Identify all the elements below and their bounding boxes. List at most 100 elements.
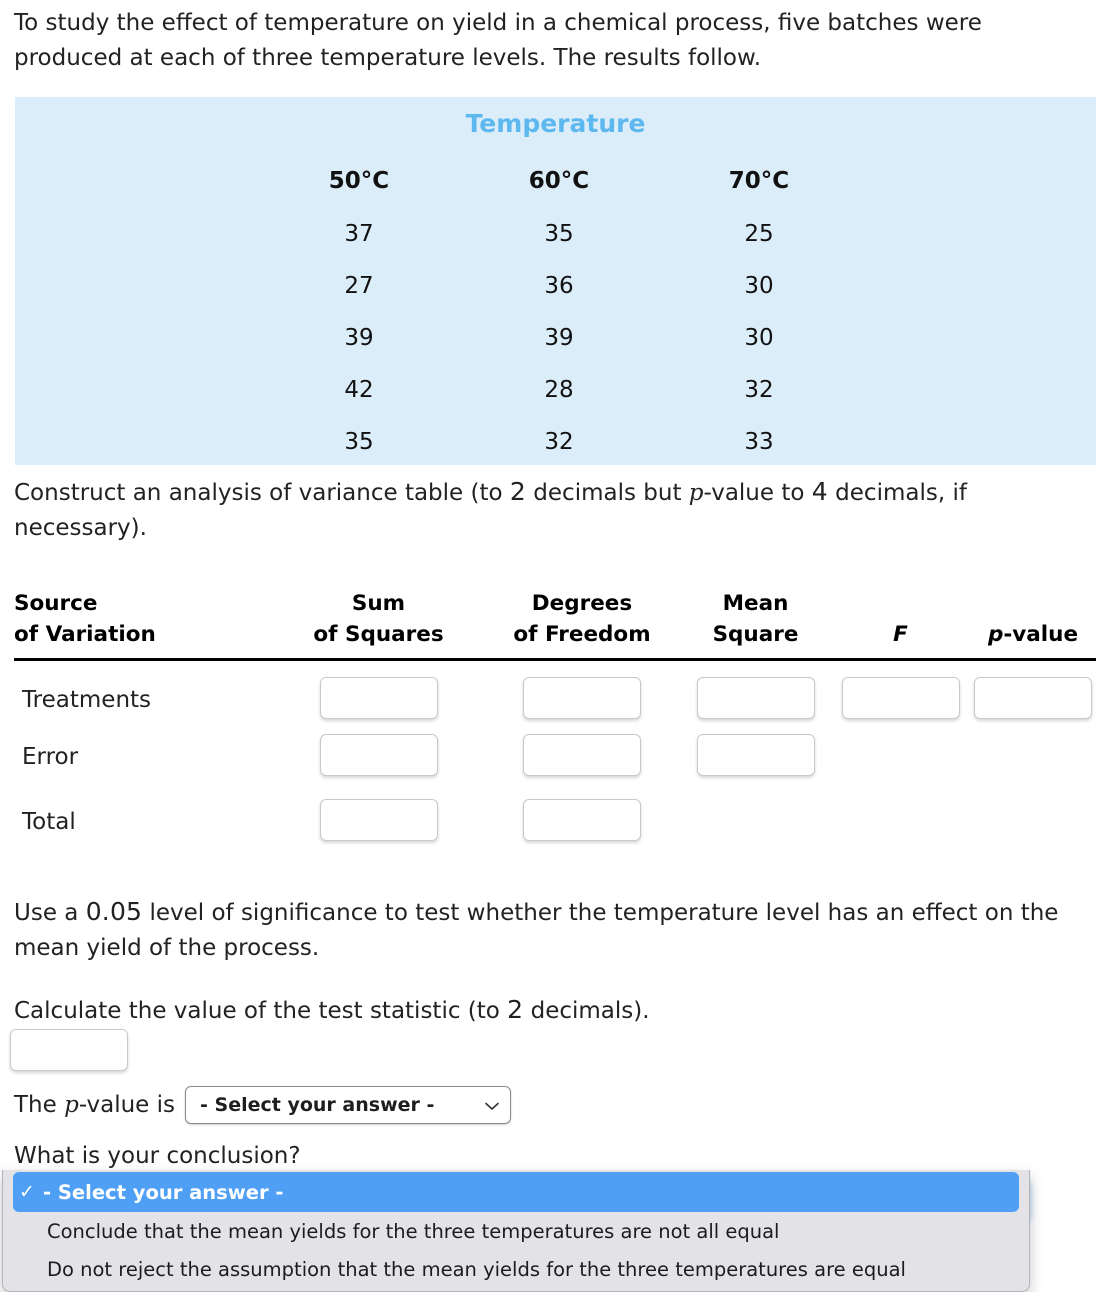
anova-header-pv-line2: p-value [987, 622, 1079, 648]
anova-header-source: Source of Variation [14, 588, 273, 662]
anova-header-ms-line1: Mean [722, 591, 789, 616]
anova-cell-treatments-pvalue[interactable] [970, 660, 1096, 725]
dropdown-option-label: - Select your answer - [43, 1180, 284, 1204]
table-row: Total [14, 790, 1096, 855]
anova-header-p-value: p-value [970, 588, 1096, 662]
anova-header-sum-of-squares: Sum of Squares [273, 588, 484, 662]
dropdown-option-not-all-equal[interactable]: Conclude that the mean yields for the th… [3, 1212, 1029, 1250]
table-row: Error [14, 725, 1096, 790]
temperature-data-panel: Temperature 50°C 60°C 70°C 37 35 25 27 3… [15, 97, 1096, 465]
conclusion-question: What is your conclusion? [14, 1143, 301, 1169]
pvalue-label: The p-value is [14, 1092, 176, 1118]
data-cell: 30 [744, 273, 774, 299]
calculate-instruction: Calculate the value of the test statisti… [14, 991, 1096, 1029]
dropdown-option-select-your-answer[interactable]: ✓ - Select your answer - [13, 1172, 1019, 1212]
anova-cell-error-f-empty [831, 725, 970, 790]
table-row: 27 36 30 [259, 260, 859, 312]
data-cell: 39 [544, 325, 574, 351]
anova-row-label-error: Error [22, 744, 79, 771]
intro-line-1: To study the effect of temperature on yi… [14, 10, 982, 36]
significance-alpha: 0.05 [85, 897, 143, 926]
input-treatments-f[interactable] [841, 676, 960, 719]
pvalue-row: The p-value is - Select your answer - [14, 1086, 512, 1124]
pvalue-select[interactable]: - Select your answer - [185, 1086, 512, 1124]
construct-text-2: decimals but [526, 480, 689, 506]
temperature-data-table: 50°C 60°C 70°C 37 35 25 27 36 30 39 39 3… [259, 168, 859, 468]
anova-cell-treatments-f[interactable] [831, 660, 970, 725]
construct-instruction: Construct an analysis of variance table … [14, 473, 1054, 545]
calculate-text-1: Calculate the value of the test statisti… [14, 998, 508, 1024]
calculate-decimals: 2 [507, 995, 524, 1024]
construct-text-4: decimals, if [827, 480, 967, 506]
data-col-header-2: 70°C [728, 168, 790, 194]
anova-table: Source of Variation Sum of Squares Degre… [14, 588, 1096, 855]
calculate-text-2: decimals). [523, 998, 650, 1024]
data-header-row: 50°C 60°C 70°C [259, 168, 859, 208]
anova-cell-treatments-ms[interactable] [680, 660, 831, 725]
input-error-ss[interactable] [319, 733, 438, 776]
anova-header-df-line1: Degrees [531, 591, 633, 616]
anova-cell-total-ms-empty [680, 790, 831, 855]
anova-header-mean-square: Mean Square [680, 588, 831, 662]
construct-decimals-2: 4 [811, 477, 828, 506]
check-icon: ✓ [19, 1180, 35, 1203]
data-cell: 35 [544, 221, 574, 247]
construct-decimals-1: 2 [509, 477, 526, 506]
construct-text-1: Construct an analysis of variance table … [14, 480, 510, 506]
anova-cell-total-df[interactable] [484, 790, 680, 855]
table-row: 35 32 33 [259, 416, 859, 468]
data-cell: 32 [744, 377, 774, 403]
table-row: Treatments [14, 660, 1096, 725]
significance-text-1: Use a [14, 900, 86, 926]
data-table-title: Temperature [465, 109, 646, 138]
data-cell: 25 [744, 221, 774, 247]
construct-text-3: -value to [703, 480, 812, 506]
data-cell: 33 [744, 429, 774, 455]
data-col-header-1: 60°C [528, 168, 590, 194]
input-error-df[interactable] [523, 733, 641, 776]
conclusion-dropdown-panel[interactable]: ✓ - Select your answer - Conclude that t… [2, 1170, 1030, 1292]
data-cell: 39 [344, 325, 374, 351]
input-error-ms[interactable] [696, 733, 815, 776]
anova-header-f: F [831, 588, 970, 662]
anova-cell-total-ss[interactable] [273, 790, 484, 855]
anova-cell-error-ss[interactable] [273, 725, 484, 790]
anova-header-df-line2: of Freedom [513, 622, 651, 648]
anova-cell-error-ms[interactable] [680, 725, 831, 790]
anova-header-degrees-of-freedom: Degrees of Freedom [484, 588, 680, 662]
significance-text-2: level of significance to test whether th… [142, 900, 1059, 926]
data-cell: 28 [544, 377, 574, 403]
pvalue-select-value: - Select your answer - [200, 1094, 435, 1116]
construct-line-2: necessary). [14, 514, 147, 541]
anova-cell-treatments-ss[interactable] [273, 660, 484, 725]
input-treatments-df[interactable] [523, 676, 641, 719]
intro-line-2: produced at each of three temperature le… [14, 44, 762, 71]
anova-header-ss-line2: of Squares [313, 622, 444, 648]
input-treatments-ms[interactable] [696, 676, 815, 719]
anova-header-source-line1: Source [14, 591, 98, 616]
anova-cell-total-f-empty [831, 790, 970, 855]
data-col-header-0: 50°C [328, 168, 390, 194]
data-cell: 37 [344, 221, 374, 247]
intro-paragraph: To study the effect of temperature on yi… [14, 6, 1076, 75]
data-cell: 36 [544, 273, 574, 299]
anova-cell-error-df[interactable] [484, 725, 680, 790]
test-statistic-input[interactable] [10, 1029, 128, 1071]
data-cell: 42 [344, 377, 374, 403]
chevron-down-icon [484, 1097, 500, 1113]
dropdown-option-label: Conclude that the mean yields for the th… [47, 1219, 780, 1243]
input-treatments-ss[interactable] [319, 676, 438, 719]
data-cell: 32 [544, 429, 574, 455]
data-cell: 27 [344, 273, 374, 299]
input-total-df[interactable] [523, 798, 641, 841]
anova-cell-treatments-df[interactable] [484, 660, 680, 725]
input-treatments-pvalue[interactable] [974, 676, 1092, 719]
anova-header-f-line2: F [893, 622, 908, 648]
anova-cell-error-pvalue-empty [970, 725, 1096, 790]
anova-row-label-treatments: Treatments [22, 687, 152, 714]
anova-header-ss-line1: Sum [351, 591, 406, 616]
anova-header-ms-line2: Square [712, 622, 799, 648]
significance-line-2: mean yield of the process. [14, 934, 320, 961]
dropdown-option-do-not-reject[interactable]: Do not reject the assumption that the me… [3, 1250, 1029, 1288]
input-total-ss[interactable] [319, 798, 438, 841]
